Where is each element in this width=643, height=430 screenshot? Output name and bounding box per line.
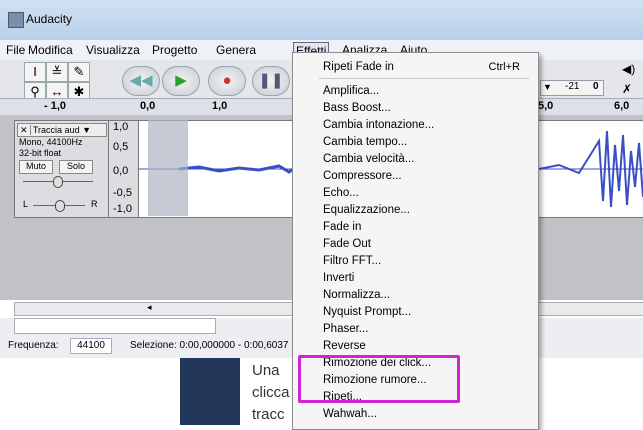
menu-item-fade-out[interactable]: Fade Out	[323, 236, 371, 252]
menu-genera[interactable]: Genera	[214, 42, 258, 58]
ruler-label: - 1,0	[44, 100, 67, 112]
ruler-label: 5,0	[538, 100, 554, 112]
track-name-dropdown[interactable]: ✕ Traccia aud ▼	[17, 123, 107, 137]
menu-item-phaser[interactable]: Phaser...	[323, 321, 368, 337]
menu-item-echo[interactable]: Echo...	[323, 185, 359, 201]
menu-file[interactable]: File	[4, 42, 27, 58]
track-sample-rate: Mono, 44100Hz	[19, 137, 83, 147]
annotation-highlight-box	[298, 355, 460, 403]
record-button[interactable]: ●	[208, 66, 246, 96]
scale-label: 0,0	[113, 165, 129, 177]
speaker-icon: ◀)	[622, 62, 636, 76]
menu-progetto[interactable]: Progetto	[150, 42, 199, 58]
solo-button[interactable]: Solo	[59, 160, 93, 174]
scroll-left-icon[interactable]: ◂	[147, 302, 152, 313]
menu-item-repeat-fade-in[interactable]: Ripeti Fade in	[323, 59, 394, 75]
menu-item-inverti[interactable]: Inverti	[323, 270, 354, 286]
ruler-label: 0,0	[140, 100, 156, 112]
document-text: clicca	[252, 384, 290, 401]
ruler-label: 6,0	[614, 100, 630, 112]
menu-item-amplifica[interactable]: Amplifica...	[323, 83, 379, 99]
menu-separator	[319, 78, 529, 79]
track-control-panel: ✕ Traccia aud ▼ Mono, 44100Hz 32-bit flo…	[14, 120, 110, 218]
menu-item-compressore[interactable]: Compressore...	[323, 168, 402, 184]
menu-item-equalizzazione[interactable]: Equalizzazione...	[323, 202, 410, 218]
document-text: tracc	[252, 406, 285, 423]
meter-dropdown-icon: ▼	[543, 82, 552, 92]
scale-label: 1,0	[113, 121, 129, 133]
menu-item-wahwah[interactable]: Wahwah...	[323, 406, 377, 422]
menu-modifica[interactable]: Modifica	[26, 42, 75, 58]
scale-label: -1,0	[113, 203, 132, 215]
window-title: Audacity	[26, 12, 73, 26]
pan-right-label: R	[91, 199, 98, 209]
record-icon: ●	[222, 72, 232, 89]
menu-item-normalizza[interactable]: Normalizza...	[323, 287, 390, 303]
close-track-icon[interactable]: ✕	[18, 125, 31, 135]
repeat-shortcut: Ctrl+R	[488, 61, 520, 73]
skip-start-icon: ◀◀	[129, 72, 153, 89]
meter-value-2: 0	[593, 81, 599, 92]
gain-slider-thumb[interactable]	[53, 176, 63, 188]
frequency-field[interactable]: 44100	[70, 338, 112, 354]
selection-readout: Selezione: 0:00,000000 - 0:00,6037	[130, 340, 289, 351]
menu-item-reverse[interactable]: Reverse	[323, 338, 366, 354]
play-icon: ▶	[175, 72, 187, 89]
ruler-label: 1,0	[212, 100, 228, 112]
pause-icon: ❚❚	[258, 72, 284, 89]
menu-item-filtro-fft[interactable]: Filtro FFT...	[323, 253, 381, 269]
scale-label: 0,5	[113, 141, 129, 153]
frequency-label: Frequenza:	[8, 340, 59, 351]
pause-button[interactable]: ❚❚	[252, 66, 290, 96]
envelope-tool-icon[interactable]: ≚	[46, 62, 68, 82]
chevron-down-icon: ▼	[82, 125, 92, 135]
menu-visualizza[interactable]: Visualizza	[84, 42, 142, 58]
play-button[interactable]: ▶	[162, 66, 200, 96]
status-input[interactable]	[14, 318, 216, 334]
track-format: 32-bit float	[19, 148, 62, 158]
audacity-app-icon	[8, 12, 24, 28]
menu-item-cambia-velocita[interactable]: Cambia velocità...	[323, 151, 414, 167]
level-meter[interactable]: ▼ -21 0	[540, 80, 604, 96]
menu-item-fade-in[interactable]: Fade in	[323, 219, 361, 235]
vertical-scale: 1,0 0,5 0,0 -0,5 -1,0	[108, 120, 140, 218]
selection-region[interactable]	[148, 120, 188, 216]
mute-button[interactable]: Muto	[19, 160, 53, 174]
scale-label: -0,5	[113, 187, 132, 199]
pan-left-label: L	[23, 199, 29, 209]
document-text: Una	[252, 362, 280, 379]
skip-start-button[interactable]: ◀◀	[122, 66, 160, 96]
meter-value: -21	[565, 81, 580, 92]
selection-tool-icon[interactable]: I	[24, 62, 46, 82]
menu-item-cambia-tempo[interactable]: Cambia tempo...	[323, 134, 407, 150]
menu-item-nyquist-prompt[interactable]: Nyquist Prompt...	[323, 304, 411, 320]
title-bar: Audacity	[0, 0, 643, 40]
menu-item-bass-boost[interactable]: Bass Boost...	[323, 100, 391, 116]
draw-tool-icon[interactable]: ✎	[68, 62, 90, 82]
track-name: Traccia aud	[32, 125, 80, 135]
menu-item-cambia-intonazione[interactable]: Cambia intonazione...	[323, 117, 434, 133]
mic-icon: ✗	[622, 82, 633, 96]
pan-slider-thumb[interactable]	[55, 200, 65, 212]
